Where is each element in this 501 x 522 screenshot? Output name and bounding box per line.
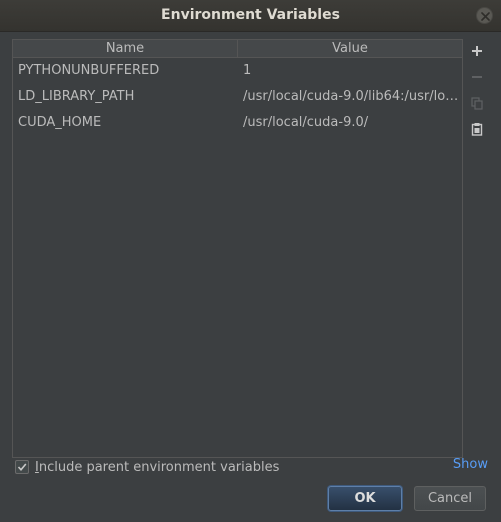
cancel-button[interactable]: Cancel [414,486,486,511]
table-row[interactable]: LD_LIBRARY_PATH /usr/local/cuda-9.0/lib6… [13,84,462,110]
plus-icon [472,46,482,56]
table-body: PYTHONUNBUFFERED 1 LD_LIBRARY_PATH /usr/… [13,58,462,136]
include-parent-option[interactable]: Include parent environment variables [15,459,279,475]
row-name-cell[interactable]: CUDA_HOME [18,110,236,136]
paste-button[interactable] [467,119,487,139]
ok-button[interactable]: OK [328,486,402,511]
row-value-cell[interactable]: /usr/local/cuda-9.0/lib64:/usr/local/cud… [243,84,459,110]
title-bar: Environment Variables [0,0,501,32]
include-parent-checkbox[interactable] [15,460,29,474]
copy-icon [471,96,483,110]
paste-icon [471,123,483,136]
column-header-value[interactable]: Value [238,40,462,57]
include-parent-label[interactable]: Include parent environment variables [35,460,279,475]
minus-icon [472,76,482,78]
table-header: Name Value [13,40,462,58]
table-toolbar [464,39,490,159]
environment-variables-dialog: Environment Variables Name Value PYTHONU… [0,0,501,522]
show-link[interactable]: Show [453,457,488,472]
row-name-cell[interactable]: PYTHONUNBUFFERED [18,58,236,84]
column-header-name[interactable]: Name [13,40,238,57]
row-value-cell[interactable]: 1 [243,58,459,84]
remove-button[interactable] [467,67,487,87]
copy-button[interactable] [467,93,487,113]
include-parent-label-text: nclude parent environment variables [38,459,280,475]
table-row[interactable]: CUDA_HOME /usr/local/cuda-9.0/ [13,110,462,136]
close-icon [481,12,490,21]
checkmark-icon [17,463,27,472]
table-row[interactable]: PYTHONUNBUFFERED 1 [13,58,462,84]
env-vars-table[interactable]: Name Value PYTHONUNBUFFERED 1 LD_LIBRARY… [12,39,463,458]
row-name-cell[interactable]: LD_LIBRARY_PATH [18,84,236,110]
close-button[interactable] [476,7,493,24]
row-value-cell[interactable]: /usr/local/cuda-9.0/ [243,110,459,136]
dialog-title: Environment Variables [161,7,340,23]
add-button[interactable] [467,41,487,61]
